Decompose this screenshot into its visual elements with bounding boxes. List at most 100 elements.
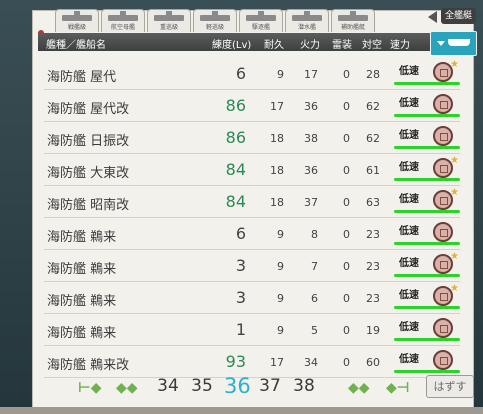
ship-silhouette-icon [108,11,138,21]
ship-row[interactable]: 海防艦 鵜来 3 9 6 0 23 低速 ★ [38,282,468,314]
prev-page-icon[interactable]: ◆◆ [116,380,138,396]
ship-torpedo: 0 [343,228,350,241]
ship-fire: 36 [304,164,318,177]
ship-torpedo: 0 [343,164,350,177]
ship-speed: 低速 [399,162,419,173]
ship-aa: 23 [366,228,380,241]
ship-name-text: 鵜来 [90,294,117,309]
star-icon: ★ [450,187,459,198]
lock-heart-icon[interactable] [433,318,453,338]
ship-silhouette-icon [338,11,368,21]
ship-type: 海防艦 [47,262,87,277]
ship-hp: 18 [270,196,284,209]
page-number[interactable]: 37 [258,376,282,396]
ship-hp: 9 [277,292,284,305]
ship-silhouette-icon [154,11,184,21]
ship-row[interactable]: 海防艦 鵜来 3 9 7 0 23 低速 ★ [38,250,468,282]
sort-dropdown-button[interactable] [430,31,477,56]
ship-aa: 62 [366,132,380,145]
ship-type-tabs: 戦艦級 航空母艦 重巡級 軽巡級 駆逐艦 潜水艦 補助艦艇 [55,9,375,33]
header-firepower[interactable]: 火力 [300,36,320,51]
tab-label: 潜水艦 [297,24,316,31]
page-number[interactable]: 34 [156,376,180,396]
ship-type-tab[interactable]: 戦艦級 [55,9,99,32]
next-page-icon[interactable]: ◆◆ [348,380,370,396]
ship-row[interactable]: 海防艦 鵜来 1 9 5 0 19 低速 [38,314,468,346]
ship-silhouette-icon [62,11,92,21]
lock-heart-icon[interactable] [433,222,453,242]
ship-row[interactable]: 海防艦 昭南改 84 18 37 0 63 低速 ★ [38,186,468,218]
ship-type: 海防艦 [47,166,87,181]
ship-level: 84 [225,160,246,179]
tab-label: 補助艦艇 [340,24,365,31]
tab-label: 軽巡級 [205,24,224,31]
page-number[interactable]: 35 [190,376,214,396]
ship-name: 海防艦 屋代改 [47,98,129,117]
page-number[interactable]: 36 [224,374,251,398]
header-torpedo[interactable]: 雷装 [332,36,352,51]
ship-row[interactable]: 海防艦 屋代 6 9 17 0 28 低速 ★ [38,58,468,90]
ship-name: 海防艦 鵜来 [47,322,116,341]
ship-type-tab[interactable]: 軽巡級 [193,9,237,32]
lock-heart-icon[interactable] [433,126,453,146]
ship-silhouette-icon [292,11,322,21]
lock-heart-icon[interactable] [433,350,453,370]
tab-label: 航空母艦 [110,24,135,31]
unlock-button[interactable]: はずす [426,375,474,398]
speed-bar [394,82,460,85]
header-anti-air[interactable]: 対空 [362,36,382,51]
lock-heart-icon[interactable] [433,94,453,114]
ship-hp: 17 [270,100,284,113]
ship-type-tab[interactable]: 航空母艦 [101,9,145,32]
tab-scroll-left-icon[interactable] [428,11,437,23]
ship-fire: 38 [304,132,318,145]
ship-type: 海防艦 [47,358,87,373]
ship-silhouette-icon [200,11,230,21]
speed-bar [394,338,460,341]
ship-row[interactable]: 海防艦 鵜来 6 9 8 0 23 低速 [38,218,468,250]
ship-aa: 60 [366,356,380,369]
ship-aa: 23 [366,292,380,305]
ship-level: 1 [235,320,246,339]
ship-level: 86 [225,96,246,115]
ship-row[interactable]: 海防艦 大東改 84 18 36 0 61 低速 ★ [38,154,468,186]
ship-torpedo: 0 [343,292,350,305]
ship-name: 海防艦 大東改 [47,162,129,181]
header-type-name[interactable]: 艦種／艦船名 [46,36,106,51]
ship-name: 海防艦 屋代 [47,66,116,85]
ship-name-text: 大東改 [90,166,130,181]
ship-type-tab[interactable]: 補助艦艇 [331,9,375,32]
list-header: 艦種／艦船名 練度(Lv) 耐久 火力 雷装 対空 速力 [38,33,430,51]
header-speed[interactable]: 速力 [390,36,410,51]
ship-hp: 18 [270,132,284,145]
ship-level: 3 [235,288,246,307]
ship-type-tab[interactable]: 潜水艦 [285,9,329,32]
ship-fire: 6 [311,292,318,305]
ship-name: 海防艦 鵜来改 [47,354,129,373]
ship-hp: 9 [277,260,284,273]
ship-type: 海防艦 [47,102,87,117]
last-page-icon[interactable]: ◆⊣ [386,380,410,396]
ship-fire: 37 [304,196,318,209]
ship-name-text: 屋代 [90,70,117,85]
speed-bar [394,306,460,309]
all-ships-button[interactable]: 全艦艇 [441,8,476,24]
ship-name: 海防艦 鵜来 [47,258,116,277]
ship-type-tab[interactable]: 駆逐艦 [239,9,283,32]
first-page-icon[interactable]: ⊢◆ [78,380,102,396]
page-number[interactable]: 38 [292,376,316,396]
header-level[interactable]: 練度(Lv) [212,36,251,51]
star-icon: ★ [450,59,459,70]
ship-fire: 34 [304,356,318,369]
chevron-down-icon [437,41,445,46]
ship-row[interactable]: 海防艦 屋代改 86 17 36 0 62 低速 [38,90,468,122]
ship-speed: 低速 [399,354,419,365]
ship-name: 海防艦 昭南改 [47,194,129,213]
header-hp[interactable]: 耐久 [264,36,284,51]
ship-level: 6 [235,64,246,83]
ship-type-tab[interactable]: 重巡級 [147,9,191,32]
speed-bar [394,210,460,213]
ship-torpedo: 0 [343,324,350,337]
ship-type: 海防艦 [47,294,87,309]
ship-row[interactable]: 海防艦 日振改 86 18 38 0 62 低速 [38,122,468,154]
